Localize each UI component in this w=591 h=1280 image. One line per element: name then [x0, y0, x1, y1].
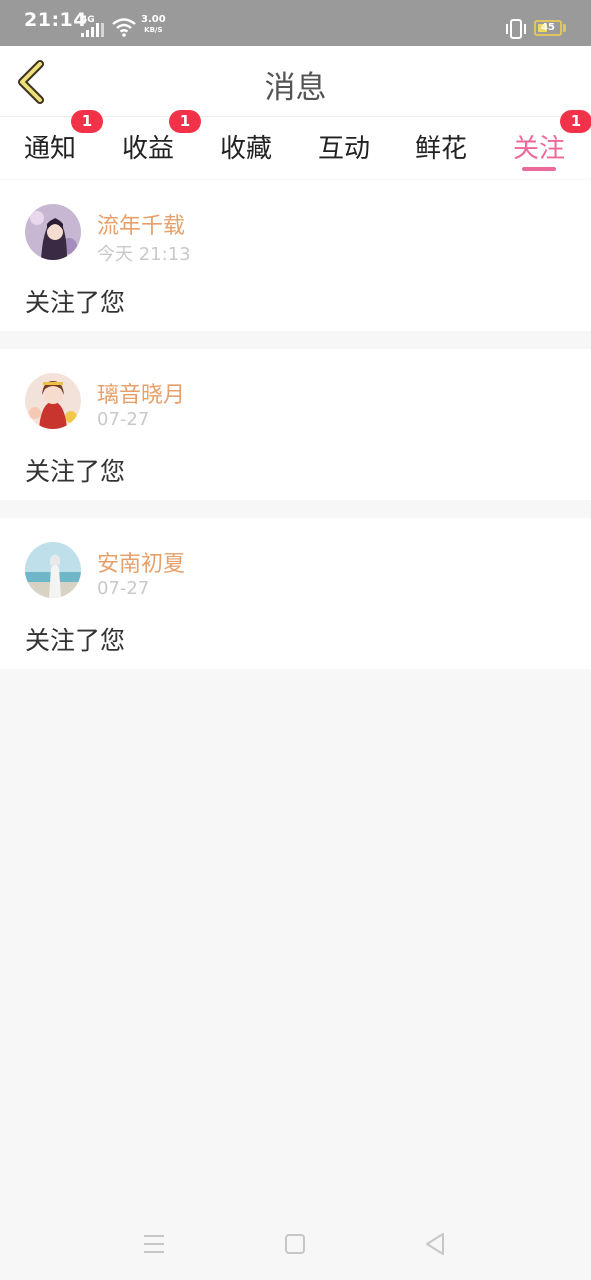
unread-badge: 1	[560, 110, 591, 133]
unread-badge: 1	[71, 110, 103, 133]
tab-label: 互动	[318, 134, 371, 164]
message-text: 关注了您	[25, 626, 126, 655]
tab-label: 鲜花	[415, 134, 468, 164]
header: 消息	[0, 46, 591, 117]
vibrate-icon	[506, 19, 526, 39]
sender-name[interactable]: 流年千载	[97, 208, 185, 240]
message-item[interactable]: 流年千载 今天 21:13 关注了您	[0, 180, 591, 331]
status-bar: 21:14 4G 3.00 KB/S 45	[0, 0, 591, 46]
wifi-icon	[112, 18, 136, 37]
tab-label: 收益	[122, 134, 175, 164]
message-item[interactable]: 璃音晓月 07-27 关注了您	[0, 349, 591, 500]
active-tab-indicator	[522, 167, 556, 171]
battery-level: 45	[541, 22, 555, 33]
square-home-icon[interactable]	[278, 1227, 312, 1261]
message-time: 07-27	[97, 409, 150, 430]
unread-badge: 1	[169, 110, 201, 133]
net-speed-unit: KB/S	[144, 26, 163, 34]
avatar[interactable]	[25, 542, 81, 598]
message-text: 关注了您	[25, 457, 126, 486]
net-speed: 3.00 KB/S	[141, 15, 166, 35]
triangle-back-icon[interactable]	[418, 1227, 452, 1261]
tab-label: 收藏	[220, 134, 273, 164]
tab-label: 通知	[24, 134, 77, 164]
battery-tip	[563, 24, 566, 32]
system-nav-bar	[0, 1205, 591, 1280]
net-speed-value: 3.00	[141, 14, 166, 25]
page-title: 消息	[264, 70, 327, 106]
message-time: 07-27	[97, 578, 150, 599]
message-text: 关注了您	[25, 288, 126, 317]
avatar[interactable]	[25, 373, 81, 429]
avatar[interactable]	[25, 204, 81, 260]
message-item[interactable]: 安南初夏 07-27 关注了您	[0, 518, 591, 669]
tab-bar: 通知 1 收益 1 收藏 互动 鲜花 关注 1	[0, 110, 591, 179]
status-time: 21:14	[24, 9, 87, 31]
battery-icon: 45	[534, 20, 562, 36]
menu-icon[interactable]	[137, 1227, 171, 1261]
message-time: 今天 21:13	[97, 244, 191, 265]
sender-name[interactable]: 安南初夏	[97, 546, 185, 578]
tab-label: 关注	[513, 134, 566, 164]
signal-icon	[81, 23, 105, 37]
sender-name[interactable]: 璃音晓月	[97, 377, 185, 409]
